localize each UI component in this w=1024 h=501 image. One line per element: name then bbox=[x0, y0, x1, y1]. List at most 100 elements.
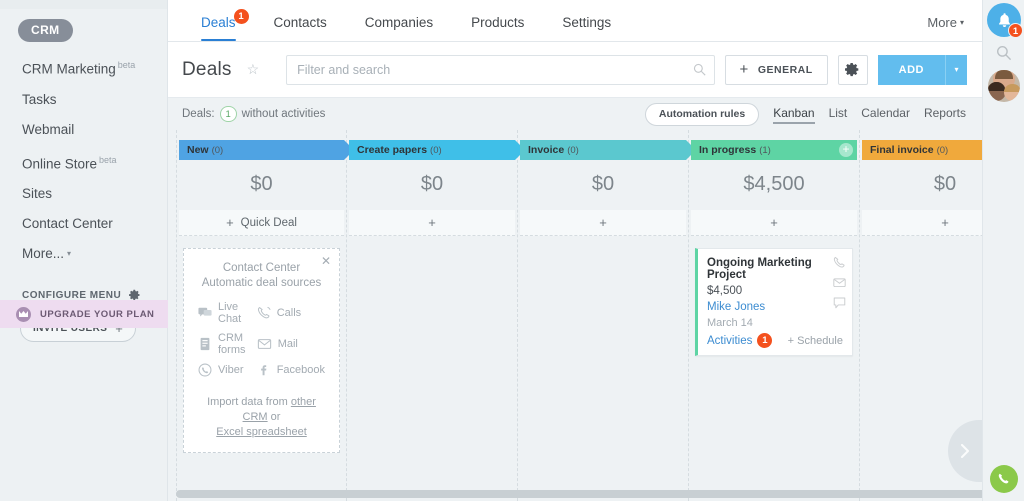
tab-label: Companies bbox=[364, 15, 434, 30]
general-filter-button[interactable]: + GENERAL bbox=[724, 54, 828, 85]
column-name: Create papers bbox=[357, 144, 428, 156]
notifications-widget: 1 bbox=[987, 3, 1023, 38]
horizontal-scrollbar[interactable] bbox=[168, 490, 982, 499]
deal-card[interactable]: Ongoing Marketing Project $4,500 Mike Jo… bbox=[695, 248, 853, 356]
sidebar-item-sites[interactable]: Sites bbox=[0, 179, 167, 209]
live-chat-icon bbox=[198, 307, 212, 317]
promo-source-crm-forms[interactable]: CRM forms bbox=[198, 332, 253, 356]
mail-icon[interactable] bbox=[833, 276, 846, 289]
add-button-group: ADD ▾ bbox=[877, 54, 967, 85]
sidebar-item-label: More... bbox=[22, 246, 65, 261]
scrollbar-thumb[interactable] bbox=[176, 490, 982, 498]
import-prefix: Import data from bbox=[207, 396, 288, 408]
avatar-group[interactable] bbox=[988, 70, 1020, 102]
deals-count-badge[interactable]: 1 bbox=[219, 106, 237, 122]
promo-source-calls[interactable]: Calls bbox=[257, 301, 325, 325]
beta-tag: beta bbox=[99, 154, 117, 165]
promo-source-live-chat[interactable]: Live Chat bbox=[198, 301, 253, 325]
chat-icon[interactable] bbox=[833, 296, 846, 309]
deal-contact-link[interactable]: Mike Jones bbox=[707, 301, 843, 313]
plus-icon: + bbox=[226, 215, 234, 230]
add-deal-button[interactable]: + bbox=[349, 210, 515, 236]
promo-source-label: Viber bbox=[218, 364, 244, 376]
plus-icon: + bbox=[941, 215, 949, 230]
promo-source-facebook[interactable]: Facebook bbox=[257, 363, 325, 377]
automation-rules-button[interactable]: Automation rules bbox=[644, 102, 760, 126]
sub-toolbar: Deals: 1 without activities Automation r… bbox=[168, 98, 982, 130]
close-icon[interactable]: ✕ bbox=[321, 255, 331, 267]
sidebar-item-tasks[interactable]: Tasks bbox=[0, 85, 167, 115]
favorite-star-icon[interactable]: ☆ bbox=[247, 61, 260, 78]
sidebar-item-more[interactable]: More... ▾ bbox=[0, 239, 167, 269]
page-title: Deals bbox=[182, 58, 232, 80]
promo-source-viber[interactable]: Viber bbox=[198, 363, 253, 377]
view-tab-list[interactable]: List bbox=[829, 106, 848, 123]
add-button[interactable]: ADD bbox=[877, 54, 945, 85]
view-switcher: Automation rules Kanban List Calendar Re… bbox=[644, 102, 966, 126]
column-sum: $0 bbox=[591, 173, 615, 195]
plus-icon: + bbox=[599, 215, 607, 230]
sidebar-item-crm-marketing[interactable]: CRM Marketing beta bbox=[0, 50, 167, 85]
sidebar-item-contact-center[interactable]: Contact Center bbox=[0, 209, 167, 239]
call-button[interactable] bbox=[990, 465, 1018, 493]
sidebar-item-online-store[interactable]: Online Store beta bbox=[0, 145, 167, 180]
deal-activities-link[interactable]: Activities 1 bbox=[707, 333, 773, 348]
column-add-icon[interactable]: + bbox=[839, 143, 853, 157]
column-body bbox=[860, 236, 982, 246]
add-deal-button[interactable]: + bbox=[520, 210, 686, 236]
column-header[interactable]: In progress (1) + bbox=[691, 140, 857, 160]
right-rail: 1 bbox=[982, 0, 1024, 501]
tab-label: Products bbox=[471, 15, 525, 30]
column-header[interactable]: New (0) bbox=[179, 140, 354, 160]
column-name: Final invoice bbox=[870, 144, 934, 156]
phone-icon[interactable] bbox=[833, 256, 846, 269]
tab-deals[interactable]: 1 Deals bbox=[182, 9, 255, 41]
tab-contacts[interactable]: Contacts bbox=[255, 15, 346, 41]
kanban-column-new: New (0) $0 + Quick Deal ✕ Contact Center… bbox=[176, 130, 354, 501]
search-input[interactable] bbox=[286, 54, 715, 85]
gear-icon bbox=[845, 62, 859, 77]
promo-source-label: Live Chat bbox=[218, 301, 242, 325]
quick-deal-button[interactable]: + Quick Deal bbox=[179, 210, 344, 236]
add-deal-button[interactable]: + bbox=[862, 210, 982, 236]
upgrade-plan-banner[interactable]: UPGRADE YOUR PLAN bbox=[0, 300, 168, 328]
upgrade-plan-label: UPGRADE YOUR PLAN bbox=[40, 308, 155, 320]
quick-deal-label: Quick Deal bbox=[240, 216, 297, 229]
deal-title: Ongoing Marketing Project bbox=[707, 257, 812, 281]
chevron-down-icon: ▾ bbox=[67, 249, 72, 258]
add-deal-button[interactable]: + bbox=[691, 210, 857, 236]
promo-title-line2: Automatic deal sources bbox=[201, 277, 322, 289]
column-header[interactable]: Create papers (0) bbox=[349, 140, 525, 160]
contact-center-promo-card: ✕ Contact Center Automatic deal sources bbox=[183, 248, 340, 453]
sidebar-item-label: Tasks bbox=[22, 91, 57, 107]
sidebar-brand-badge[interactable]: CRM bbox=[18, 19, 73, 42]
left-sidebar: CRM CRM Marketing beta Tasks Webmail Onli… bbox=[0, 0, 168, 501]
promo-title-line1: Contact Center bbox=[222, 262, 301, 274]
form-icon bbox=[200, 337, 210, 351]
deal-schedule-button[interactable]: + Schedule bbox=[788, 335, 843, 347]
view-tab-calendar[interactable]: Calendar bbox=[861, 106, 910, 123]
column-count: (0) bbox=[936, 144, 949, 156]
tab-settings[interactable]: Settings bbox=[543, 15, 630, 41]
column-header[interactable]: Final invoice (0) bbox=[862, 140, 982, 160]
column-header[interactable]: Invoice (0) bbox=[520, 140, 696, 160]
search-icon[interactable] bbox=[996, 45, 1012, 61]
import-excel-link[interactable]: Excel spreadsheet bbox=[216, 426, 307, 438]
tab-companies[interactable]: Companies bbox=[346, 15, 452, 41]
deal-amount: $4,500 bbox=[707, 285, 743, 297]
tab-products[interactable]: Products bbox=[452, 15, 543, 41]
add-dropdown-toggle[interactable]: ▾ bbox=[945, 54, 967, 85]
search-icon[interactable] bbox=[693, 63, 706, 76]
promo-source-mail[interactable]: Mail bbox=[257, 332, 325, 356]
settings-gear-button[interactable] bbox=[837, 54, 868, 85]
deals-count-label: Deals: bbox=[182, 108, 215, 120]
facebook-icon bbox=[260, 365, 267, 376]
column-name: Invoice bbox=[528, 144, 565, 156]
configure-menu-label: CONFIGURE MENU bbox=[22, 289, 122, 301]
sidebar-item-label: Contact Center bbox=[22, 216, 113, 231]
sidebar-item-webmail[interactable]: Webmail bbox=[0, 115, 167, 145]
view-tab-reports[interactable]: Reports bbox=[924, 106, 966, 123]
view-tab-kanban[interactable]: Kanban bbox=[773, 106, 815, 124]
page-toolbar: Deals ☆ + GENERAL ADD bbox=[168, 42, 982, 98]
top-nav-more-button[interactable]: More ▾ bbox=[927, 15, 964, 41]
